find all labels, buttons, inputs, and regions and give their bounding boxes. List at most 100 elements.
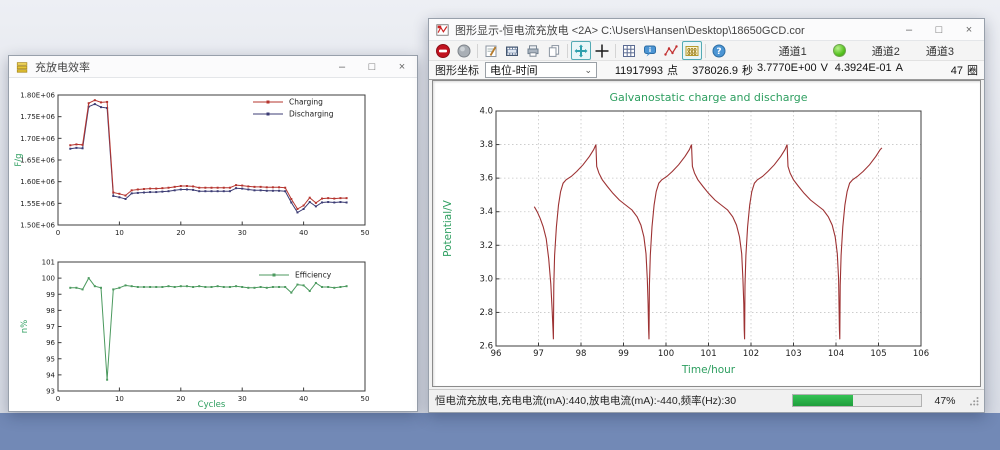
svg-text:106: 106 xyxy=(913,349,929,359)
help-icon: ? xyxy=(711,43,727,59)
log-note-button[interactable] xyxy=(481,41,501,60)
svg-text:3.0: 3.0 xyxy=(479,274,493,284)
eff-xlabel: Cycles xyxy=(198,400,226,410)
svg-text:94: 94 xyxy=(46,371,55,379)
data-digits-button[interactable]: 000 000 xyxy=(682,41,702,60)
svg-text:100: 100 xyxy=(658,349,674,359)
coordinate-type-value: 电位-时间 xyxy=(490,62,584,78)
toolbar-separator xyxy=(705,44,706,58)
gcd-xlabel: Time/hour xyxy=(681,364,736,376)
svg-text:30: 30 xyxy=(238,395,247,403)
toolbar-separator xyxy=(567,44,568,58)
gcd-chart-title: Galvanostatic charge and discharge xyxy=(609,91,807,104)
efficiency-window: 充放电效率 – □ × 010203040501.50E+061.55E+061… xyxy=(8,55,418,412)
maximize-button[interactable]: □ xyxy=(357,56,387,77)
svg-text:1.55E+06: 1.55E+06 xyxy=(20,200,55,208)
close-button[interactable]: × xyxy=(387,56,417,77)
copy-button[interactable] xyxy=(544,41,564,60)
svg-text:95: 95 xyxy=(46,355,55,363)
svg-text:1.65E+06: 1.65E+06 xyxy=(20,157,55,165)
copy-icon xyxy=(546,43,562,59)
coords-label: 图形坐标 xyxy=(435,62,479,78)
grid-icon xyxy=(621,43,637,59)
svg-text:2.8: 2.8 xyxy=(479,308,493,318)
points-readout: 11917993点 xyxy=(603,62,678,78)
svg-text:99: 99 xyxy=(46,291,55,299)
svg-text:1.80E+06: 1.80E+06 xyxy=(20,92,55,100)
scatter-button[interactable] xyxy=(661,41,681,60)
gcd-window-titlebar[interactable]: 图形显示-恒电流充放电 <2A> C:\Users\Hansen\Desktop… xyxy=(429,19,984,41)
progress-label: 47% xyxy=(922,395,968,407)
svg-text:1.75E+06: 1.75E+06 xyxy=(20,113,55,121)
legend-efficiency: Efficiency xyxy=(295,271,332,280)
svg-text:30: 30 xyxy=(238,229,247,237)
svg-text:98: 98 xyxy=(46,307,55,315)
svg-text:20: 20 xyxy=(176,395,185,403)
channel-1-label: 通道1 xyxy=(779,43,807,59)
resize-grip[interactable] xyxy=(968,395,980,407)
svg-text:103: 103 xyxy=(785,349,801,359)
minimize-button[interactable]: – xyxy=(894,19,924,40)
window-title: 充放电效率 xyxy=(35,59,327,75)
help-button[interactable]: ? xyxy=(709,41,729,60)
discharging-series xyxy=(70,104,346,212)
readout-stats: 11917993点 378026.9秒 3.7770E+00V 4.3924E-… xyxy=(603,62,978,78)
log-note-icon xyxy=(483,43,499,59)
pan-button[interactable] xyxy=(571,41,591,60)
main-toolbar: i 000 000 ? 通道1 通道 xyxy=(429,41,984,60)
pause-button[interactable] xyxy=(454,41,474,60)
toolbar-separator xyxy=(615,44,616,58)
film-icon xyxy=(504,43,520,59)
svg-text:40: 40 xyxy=(299,229,308,237)
print-button[interactable] xyxy=(523,41,543,60)
svg-text:101: 101 xyxy=(700,349,716,359)
pause-icon xyxy=(456,43,472,59)
close-button[interactable]: × xyxy=(954,19,984,40)
cycles-readout: 47圈 xyxy=(903,62,978,78)
efficiency-window-titlebar[interactable]: 充放电效率 – □ × xyxy=(9,56,417,78)
grid-button[interactable] xyxy=(619,41,639,60)
minimize-button[interactable]: – xyxy=(327,56,357,77)
svg-text:10: 10 xyxy=(115,395,124,403)
svg-text:50: 50 xyxy=(361,229,370,237)
svg-text:1.60E+06: 1.60E+06 xyxy=(20,178,55,186)
channel-status-led xyxy=(833,44,846,57)
legend-discharging: Discharging xyxy=(289,110,334,119)
gcd-chart[interactable]: 969798991001011021031041051062.62.83.03.… xyxy=(433,81,980,384)
svg-text:99: 99 xyxy=(618,349,629,359)
svg-text:100: 100 xyxy=(42,275,55,283)
progress-bar xyxy=(792,394,922,407)
channel-indicators: 通道1 通道2 通道3 xyxy=(779,43,980,59)
svg-text:1.70E+06: 1.70E+06 xyxy=(20,135,55,143)
svg-text:97: 97 xyxy=(46,323,55,331)
gcd-chart-panel: 969798991001011021031041051062.62.83.03.… xyxy=(432,80,981,387)
film-button[interactable] xyxy=(502,41,522,60)
crosshair-button[interactable] xyxy=(592,41,612,60)
chevron-down-icon: ⌄ xyxy=(584,65,592,76)
efficiency-series xyxy=(70,278,346,380)
status-bar: 恒电流充放电,充电电流(mA):440,放电电流(mA):-440,频率(Hz)… xyxy=(429,389,984,412)
svg-text:20: 20 xyxy=(176,229,185,237)
pan-icon xyxy=(573,43,589,59)
maximize-button[interactable]: □ xyxy=(924,19,954,40)
gcd-display-window: 图形显示-恒电流充放电 <2A> C:\Users\Hansen\Desktop… xyxy=(428,18,985,413)
info-bubble-icon: i xyxy=(642,43,658,59)
svg-text:i: i xyxy=(649,46,651,54)
svg-text:98: 98 xyxy=(576,349,587,359)
svg-text:?: ? xyxy=(716,47,721,57)
stop-button[interactable] xyxy=(433,41,453,60)
capacitance-chart: 010203040501.50E+061.55E+061.60E+061.65E… xyxy=(9,81,415,237)
seconds-readout: 378026.9秒 xyxy=(678,62,753,78)
window-title: 图形显示-恒电流充放电 <2A> C:\Users\Hansen\Desktop… xyxy=(455,22,894,38)
progress-fill xyxy=(793,395,853,406)
svg-text:105: 105 xyxy=(870,349,886,359)
svg-text:104: 104 xyxy=(828,349,844,359)
channel-3-label: 通道3 xyxy=(926,43,954,59)
svg-text:3.4: 3.4 xyxy=(479,207,493,217)
coordinate-type-select[interactable]: 电位-时间 ⌄ xyxy=(485,62,597,78)
svg-text:40: 40 xyxy=(299,395,308,403)
gcd-series xyxy=(534,144,882,339)
svg-text:10: 10 xyxy=(115,229,124,237)
svg-text:97: 97 xyxy=(533,349,544,359)
info-bubble-button[interactable]: i xyxy=(640,41,660,60)
